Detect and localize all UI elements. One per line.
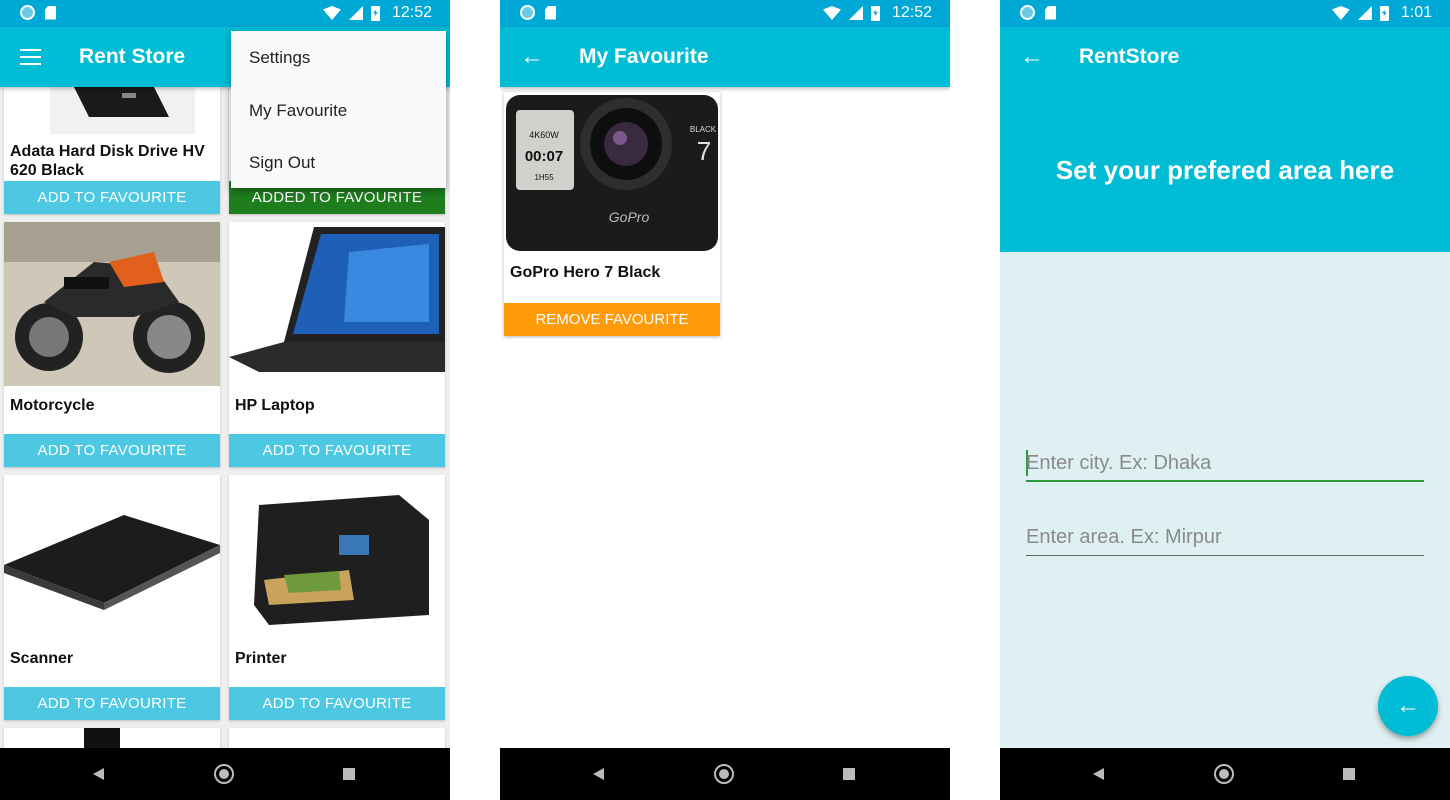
scanner-image [4, 515, 220, 610]
menu-item-sign-out[interactable]: Sign Out [249, 153, 315, 173]
battery-icon [370, 5, 380, 21]
speaker-image [84, 728, 120, 748]
wifi-icon [822, 6, 841, 20]
status-bar: 1:01 [1000, 0, 1450, 27]
app-bar: ← RentStore [1000, 27, 1450, 87]
menu-item-my-favourite[interactable]: My Favourite [249, 101, 347, 121]
menu-item-settings[interactable]: Settings [249, 48, 310, 68]
status-time: 12:52 [891, 4, 932, 21]
status-time: 1:01 [1400, 4, 1432, 21]
screen-my-favourite: 12:52 ← My Favourite 4K60W 00:07 1H55 BL… [500, 0, 950, 800]
area-placeholder: Enter area. Ex: Mirpur [1026, 526, 1222, 548]
product-name: Adata Hard Disk Drive HV 620 Black [10, 143, 205, 179]
laptop-image [229, 227, 445, 372]
hero-banner: Set your prefered area here [1000, 87, 1450, 252]
gopro-brand-label: GoPro [609, 209, 650, 225]
model-number: 7 [697, 136, 711, 166]
overflow-menu: Settings My Favourite Sign Out [231, 31, 446, 188]
favourite-item-name: GoPro Hero 7 Black [510, 264, 661, 281]
product-name: Scanner [10, 650, 74, 667]
page-title: RentStore [1079, 45, 1180, 68]
system-nav-bar [0, 748, 450, 800]
product-image-hdd [4, 87, 220, 134]
menu-icon[interactable] [20, 49, 41, 65]
hero-heading: Set your prefered area here [1055, 155, 1395, 185]
product-image-scanner [4, 475, 220, 639]
battery-icon [870, 5, 880, 21]
product-name: HP Laptop [235, 397, 315, 414]
product-image-printer [229, 475, 445, 639]
product-name: Printer [235, 650, 287, 667]
nav-recent-icon[interactable] [343, 768, 355, 780]
nav-home-icon[interactable] [714, 764, 734, 784]
product-card-motorcycle[interactable]: Motorcycle ADD TO FAVOURITE [4, 222, 220, 467]
product-card-laptop[interactable]: HP Laptop ADD TO FAVOURITE [229, 222, 445, 467]
product-card-hdd[interactable]: Adata Hard Disk Drive HV 620 Black ADD T… [4, 87, 220, 214]
app-title: Rent Store [79, 45, 186, 68]
city-input[interactable]: Enter city. Ex: Dhaka [1026, 448, 1424, 482]
submit-fab-button[interactable]: ← [1378, 676, 1438, 736]
model-text: BLACK [690, 125, 717, 134]
system-nav-bar [1000, 748, 1450, 800]
screen-set-area: 1:01 ← RentStore Set your prefered area … [1000, 0, 1450, 800]
city-placeholder: Enter city. Ex: Dhaka [1026, 452, 1212, 474]
back-arrow-icon: ← [1396, 692, 1420, 719]
hdd-image [50, 87, 195, 134]
back-arrow-icon[interactable]: ← [1020, 45, 1044, 69]
app-bar: ← My Favourite [500, 27, 950, 87]
motorcycle-image [4, 222, 220, 386]
nav-home-icon[interactable] [214, 764, 234, 784]
nav-recent-icon[interactable] [1343, 768, 1355, 780]
nav-back-icon[interactable] [1093, 768, 1104, 780]
add-to-favourite-button[interactable]: ADD TO FAVOURITE [229, 687, 445, 720]
favourite-card[interactable]: 4K60W 00:07 1H55 BLACK 7 GoPro GoPro Her… [504, 92, 720, 336]
back-arrow-icon[interactable]: ← [520, 45, 544, 69]
product-image-laptop [229, 222, 445, 386]
product-name: Motorcycle [10, 397, 95, 414]
remove-favourite-button[interactable]: REMOVE FAVOURITE [504, 303, 720, 336]
status-bar: 12:52 [0, 0, 450, 27]
form-area [1000, 252, 1450, 748]
status-time: 12:52 [391, 4, 432, 21]
page-title: My Favourite [579, 45, 709, 68]
printer-image [254, 495, 429, 625]
notification-icon [1020, 5, 1035, 20]
wifi-icon [322, 6, 341, 20]
nav-recent-icon[interactable] [843, 768, 855, 780]
gopro-image: 4K60W 00:07 1H55 BLACK 7 GoPro [506, 95, 718, 251]
nav-home-icon[interactable] [1214, 764, 1234, 784]
signal-icon [1357, 6, 1372, 20]
area-input[interactable]: Enter area. Ex: Mirpur [1026, 522, 1424, 556]
add-to-favourite-button[interactable]: ADD TO FAVOURITE [229, 434, 445, 467]
signal-icon [848, 6, 863, 20]
product-card-scanner[interactable]: Scanner ADD TO FAVOURITE [4, 475, 220, 720]
lcd-line1: 4K60W [529, 130, 559, 140]
battery-icon [1379, 5, 1389, 21]
add-to-favourite-button[interactable]: ADD TO FAVOURITE [4, 181, 220, 214]
sd-card-icon [45, 5, 56, 20]
nav-back-icon[interactable] [593, 768, 604, 780]
wifi-icon [1331, 6, 1350, 20]
system-nav-bar [500, 748, 950, 800]
status-bar: 12:52 [500, 0, 950, 27]
sd-card-icon [1045, 5, 1056, 20]
add-to-favourite-button[interactable]: ADD TO FAVOURITE [4, 687, 220, 720]
add-to-favourite-button[interactable]: ADD TO FAVOURITE [4, 434, 220, 467]
product-card-printer[interactable]: Printer ADD TO FAVOURITE [229, 475, 445, 720]
screen-rent-store: Adata Hard Disk Drive HV 620 Black ADD T… [0, 0, 450, 800]
sd-card-icon [545, 5, 556, 20]
product-image-motorcycle [4, 222, 220, 386]
nav-back-icon[interactable] [93, 768, 104, 780]
signal-icon [348, 6, 363, 20]
lcd-time: 00:07 [525, 148, 563, 165]
notification-icon [20, 5, 35, 20]
notification-icon [520, 5, 535, 20]
lcd-line3: 1H55 [534, 173, 554, 182]
